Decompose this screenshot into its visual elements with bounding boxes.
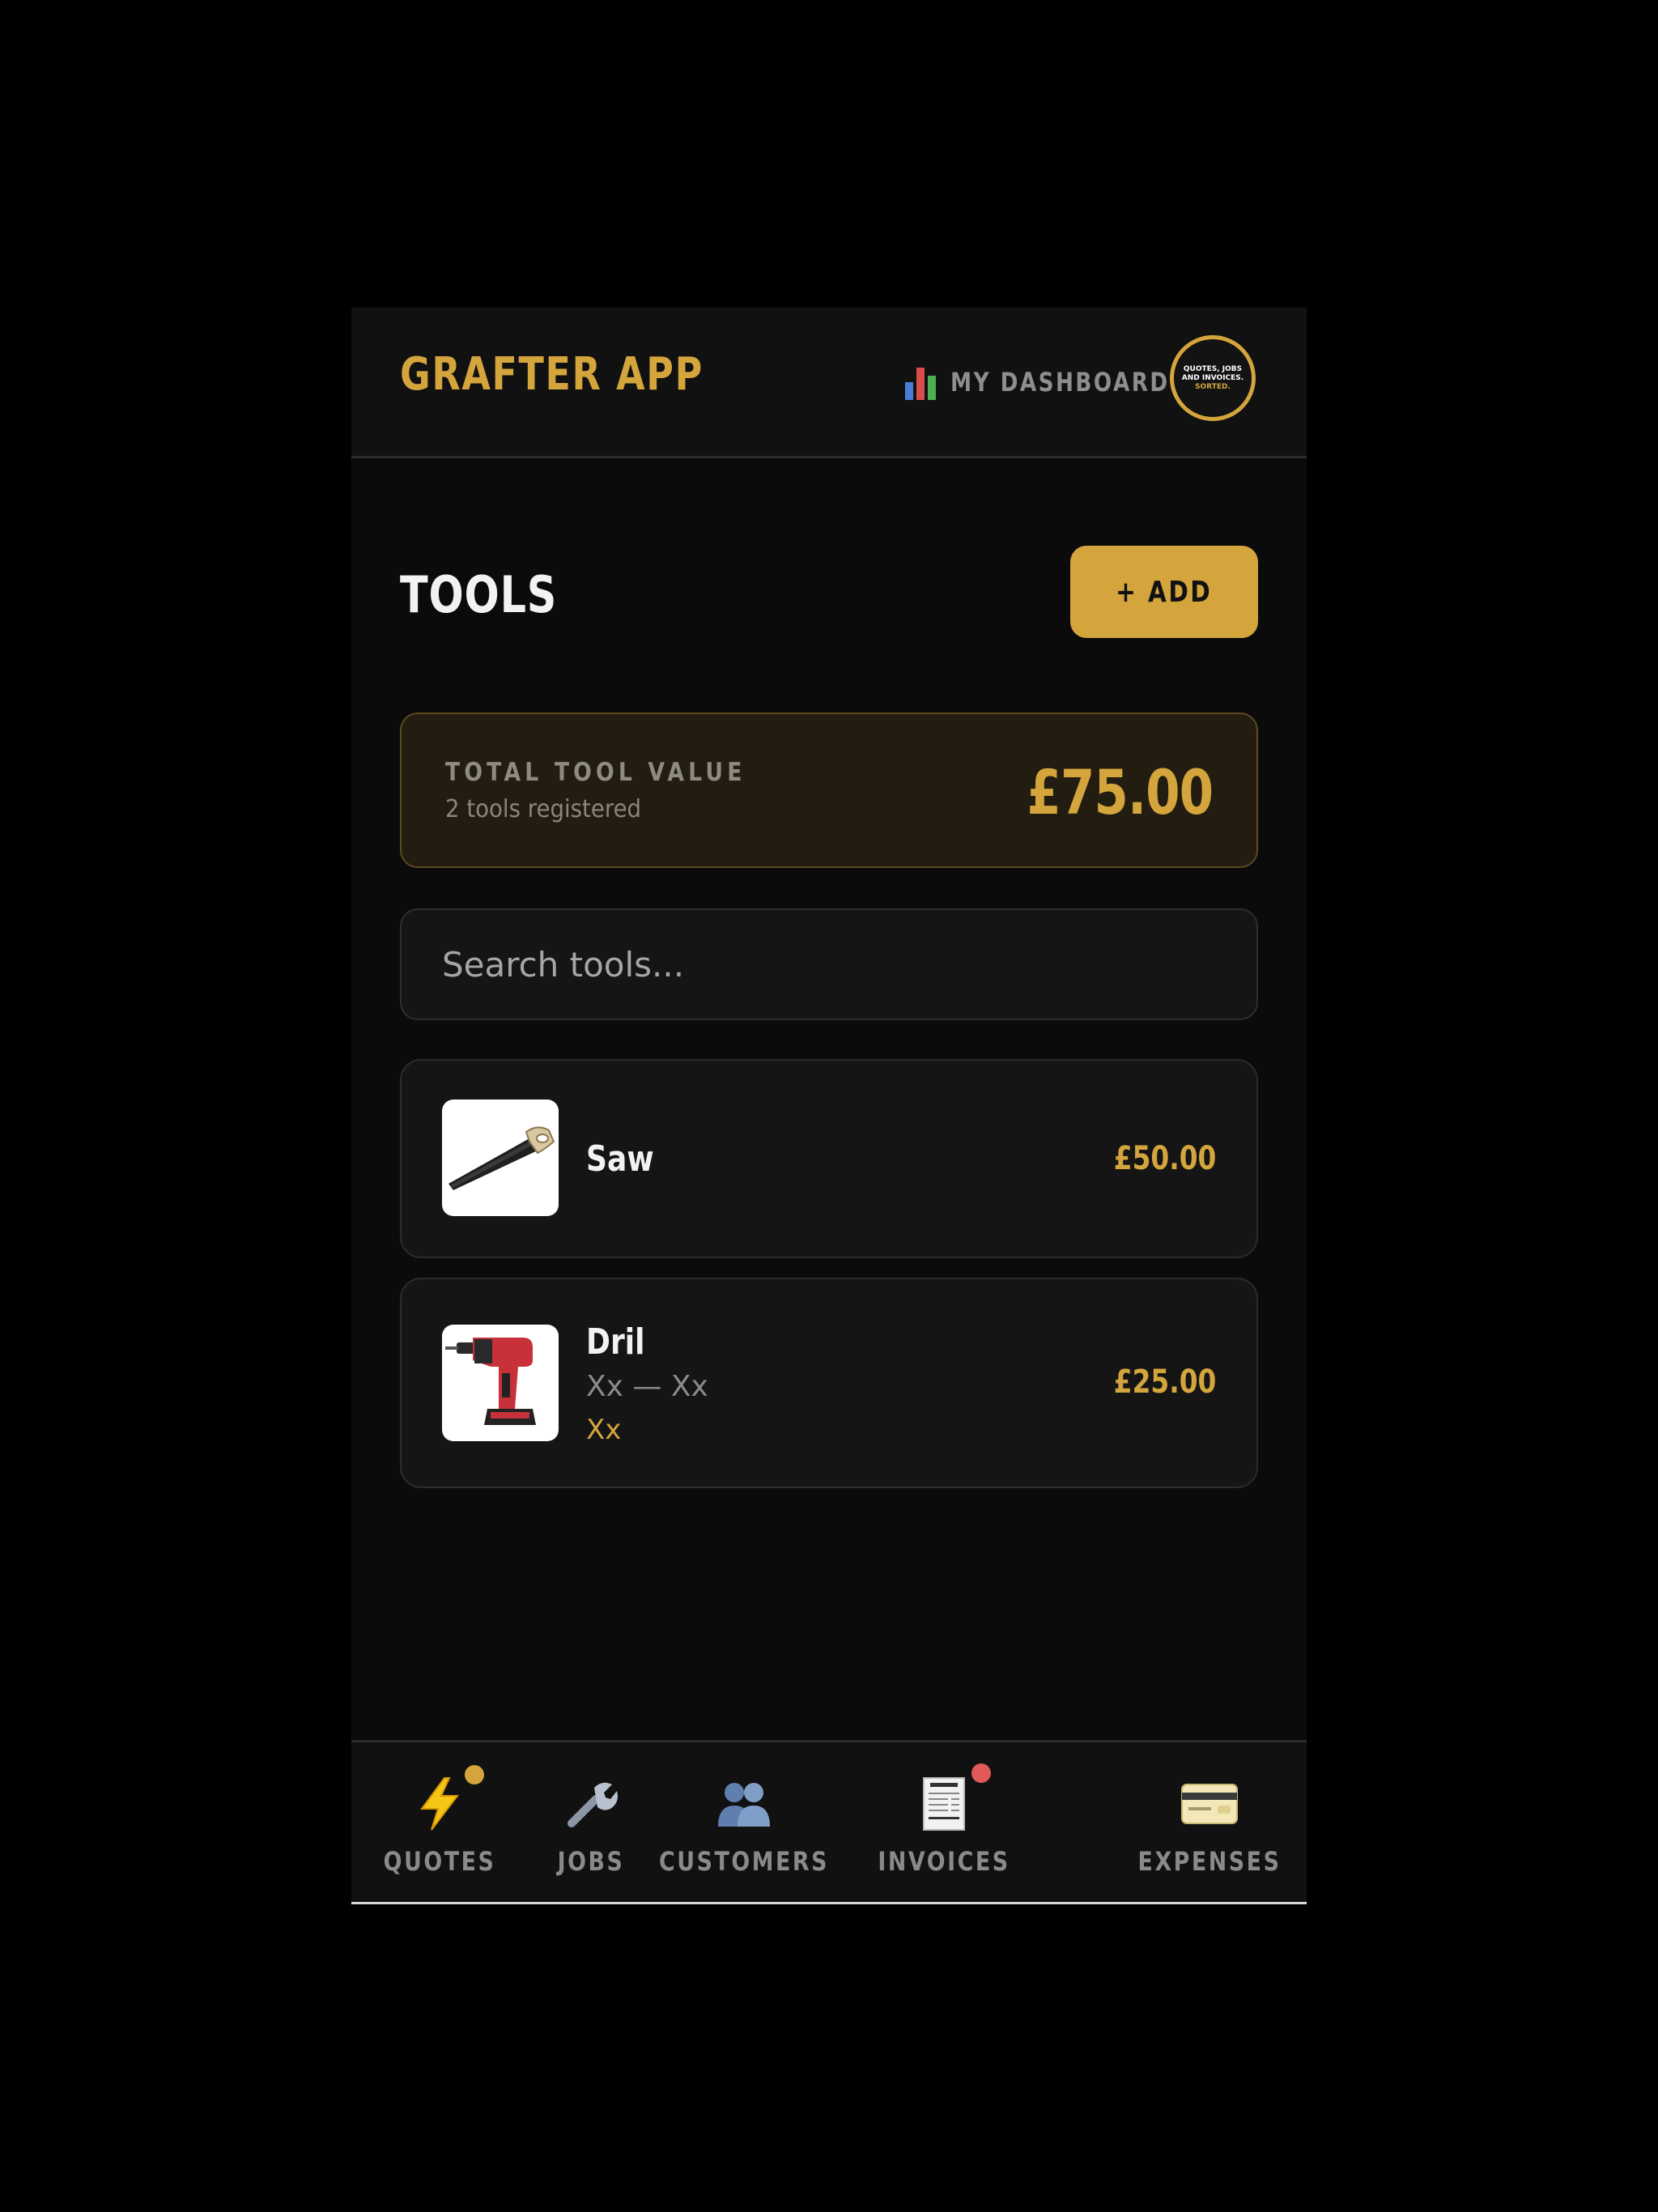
- tool-price: £25.00: [1113, 1363, 1216, 1401]
- add-tool-label: + ADD: [1116, 575, 1213, 609]
- add-tool-button[interactable]: + ADD: [1070, 546, 1258, 638]
- tool-price: £50.00: [1113, 1140, 1216, 1177]
- bar-chart-icon: [905, 364, 939, 400]
- tools-count: 2 tools registered: [445, 795, 642, 823]
- nav-label: CUSTOMERS: [659, 1846, 829, 1877]
- nav-customers[interactable]: CUSTOMERS: [659, 1742, 827, 1902]
- app-brand[interactable]: GRAFTER APP: [400, 348, 704, 401]
- total-value-amount: £75.00: [1027, 756, 1214, 828]
- tool-name: Saw: [586, 1138, 654, 1180]
- people-icon: [715, 1775, 773, 1833]
- nav-label: INVOICES: [878, 1846, 1010, 1877]
- top-header: GRAFTER APP MY DASHBOARD QUOTES, JOBS AN…: [351, 308, 1307, 458]
- avatar-text-line3: SORTED.: [1195, 382, 1231, 391]
- nav-expenses[interactable]: EXPENSES: [1137, 1742, 1282, 1902]
- card-icon: [1180, 1775, 1239, 1833]
- total-value-label: TOTAL TOOL VALUE: [445, 758, 746, 787]
- bottom-nav: QUOTES JOBS CUSTOMERS INVOICES EXPENSES: [351, 1740, 1307, 1902]
- nav-label: EXPENSES: [1137, 1846, 1282, 1877]
- tool-meta: Xx — Xx: [586, 1370, 708, 1403]
- profile-avatar[interactable]: QUOTES, JOBS AND INVOICES. SORTED.: [1170, 335, 1256, 421]
- tool-card-drill[interactable]: Dril Xx — Xx Xx £25.00: [400, 1278, 1258, 1488]
- invoices-badge: [971, 1763, 991, 1783]
- saw-icon: [442, 1100, 559, 1216]
- nav-label: QUOTES: [383, 1846, 496, 1877]
- avatar-text-line2: AND INVOICES.: [1181, 373, 1244, 382]
- dashboard-label: MY DASHBOARD: [950, 367, 1170, 398]
- app-window: GRAFTER APP MY DASHBOARD QUOTES, JOBS AN…: [351, 308, 1307, 1904]
- nav-label: JOBS: [557, 1846, 625, 1877]
- wrench-icon: [562, 1775, 620, 1833]
- drill-icon: [442, 1325, 559, 1441]
- tool-name: Dril: [586, 1321, 645, 1363]
- tool-tag: Xx: [586, 1414, 622, 1446]
- lightning-icon: [410, 1775, 469, 1833]
- search-input[interactable]: [400, 908, 1258, 1020]
- page-title: TOOLS: [400, 565, 558, 624]
- avatar-text-line1: QUOTES, JOBS: [1183, 364, 1243, 373]
- quotes-badge: [465, 1765, 484, 1784]
- receipt-icon: [915, 1775, 973, 1833]
- nav-jobs[interactable]: JOBS: [536, 1742, 646, 1902]
- nav-quotes[interactable]: QUOTES: [384, 1742, 495, 1902]
- tool-card-saw[interactable]: Saw £50.00: [400, 1059, 1258, 1258]
- total-value-card: TOTAL TOOL VALUE 2 tools registered £75.…: [400, 713, 1258, 868]
- nav-invoices[interactable]: INVOICES: [878, 1742, 1008, 1902]
